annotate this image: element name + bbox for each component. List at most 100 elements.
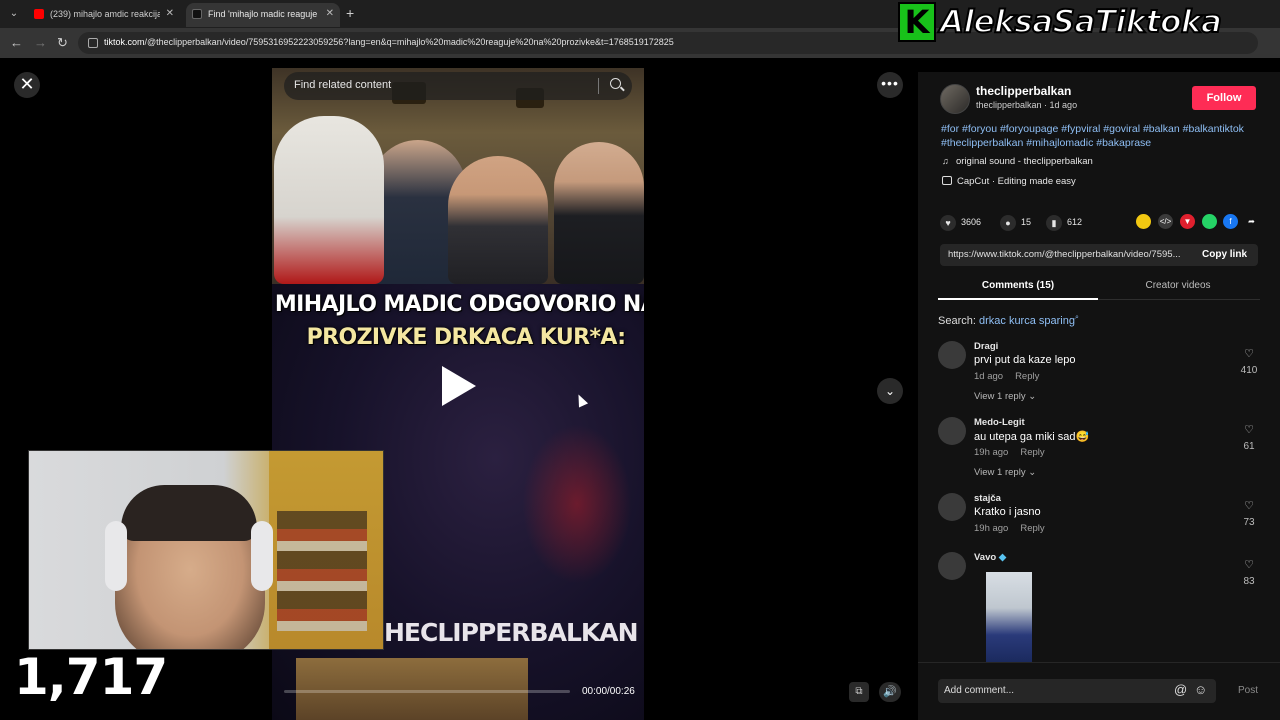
site-info-icon[interactable] — [88, 38, 98, 48]
view-replies-label: View 1 reply — [974, 391, 1026, 402]
facebook-icon[interactable]: f — [1223, 214, 1238, 229]
find-related-search[interactable]: Find related content — [284, 72, 632, 100]
whatsapp-icon[interactable] — [1202, 214, 1217, 229]
view-replies-button[interactable]: View 1 reply ⌄ — [974, 391, 1036, 402]
share-emoji-icon[interactable] — [1136, 214, 1151, 229]
picture-in-picture-icon[interactable]: ⧉ — [849, 682, 869, 702]
comment-like-heart-icon[interactable]: ♡ — [1238, 558, 1260, 571]
sound-link[interactable]: ♫ original sound - theclipperbalkan — [942, 156, 1093, 167]
back-arrow-icon[interactable]: ← — [10, 35, 23, 50]
comment-text: au utepa ga miki sad😅 — [974, 431, 1090, 443]
reply-button[interactable]: Reply — [1020, 523, 1044, 534]
view-replies-label: View 1 reply — [974, 467, 1026, 478]
tab-creator-videos[interactable]: Creator videos — [1098, 280, 1258, 291]
browser-tab-youtube[interactable]: (239) mihajlo amdic reakcija na ✕ — [28, 3, 180, 27]
commenter-name[interactable]: Vavo ◆ — [974, 552, 1006, 563]
comment-like-heart-icon[interactable]: ♡ — [1238, 499, 1260, 512]
video-progress-bar[interactable] — [284, 690, 570, 693]
comment-like-heart-icon[interactable]: ♡ — [1238, 423, 1260, 436]
tab-search-chevron-icon[interactable]: ⌄ — [6, 6, 22, 22]
comment-like-count: 73 — [1243, 517, 1255, 528]
capcut-icon — [942, 176, 952, 185]
tab-comments[interactable]: Comments (15) — [938, 280, 1098, 291]
comment-icon: ● — [1000, 214, 1016, 231]
capcut-text: CapCut · Editing made easy — [957, 176, 1076, 187]
comment-text: prvi put da kaze lepo — [974, 354, 1076, 366]
commenter-avatar[interactable] — [938, 417, 966, 445]
commenter-name[interactable]: stajča — [974, 493, 1001, 504]
close-icon[interactable]: ✕ — [14, 72, 40, 98]
mention-icon[interactable]: @ — [1174, 682, 1187, 697]
comment-meta: 19h ago Reply — [974, 523, 1045, 534]
video-link-url[interactable]: https://www.tiktok.com/@theclipperbalkan… — [948, 249, 1188, 260]
share-arrow-icon[interactable]: ➦ — [1244, 214, 1259, 229]
more-options-icon[interactable]: ••• — [877, 72, 903, 98]
copy-link-button[interactable]: Copy link — [1202, 249, 1247, 260]
play-icon[interactable] — [442, 366, 476, 406]
comment-meta: 1d ago Reply — [974, 371, 1039, 382]
streamer-webcam — [28, 450, 384, 650]
emoji-icon[interactable]: ☺ — [1194, 682, 1207, 697]
search-placeholder: Find related content — [294, 79, 392, 91]
commenter-name[interactable]: Medo-Legit — [974, 417, 1025, 428]
author-name[interactable]: theclipperbalkan — [976, 84, 1071, 98]
tab-close-icon[interactable]: ✕ — [326, 3, 334, 25]
follow-button[interactable]: Follow — [1192, 86, 1256, 110]
sound-text: original sound - theclipperbalkan — [956, 156, 1093, 167]
comment-item: stajča Kratko i jasno 19h ago Reply ♡ 73 — [938, 493, 1260, 543]
video-hashtags[interactable]: #for #foryou #foryoupage #fypviral #govi… — [941, 122, 1261, 150]
commenter-avatar[interactable] — [938, 341, 966, 369]
red-glow — [522, 424, 632, 584]
reply-button[interactable]: Reply — [1020, 447, 1044, 458]
heart-icon: ♥ — [940, 214, 956, 231]
forward-arrow-icon[interactable]: → — [34, 35, 47, 50]
chevron-down-icon: ⌄ — [1028, 467, 1037, 478]
comment-like-count: 61 — [1243, 441, 1255, 452]
tiktok-video-page: ✕ MIHAJLO MADIC ODGOVORIO NA PROZIVKE DR… — [0, 58, 1280, 720]
comment-item: Dragi prvi put da kaze lepo 1d ago Reply … — [938, 341, 1260, 411]
comment-time: 19h ago — [974, 523, 1009, 534]
browser-tab-tiktok[interactable]: Find 'mihajlo madic reaguje ✕ — [186, 3, 340, 27]
divider — [598, 78, 599, 94]
like-count: 3606 — [961, 217, 982, 227]
volume-icon[interactable]: 🔊 — [879, 682, 901, 702]
commenter-avatar[interactable] — [938, 552, 966, 580]
video-person — [448, 156, 548, 284]
reply-button[interactable]: Reply — [1015, 371, 1039, 382]
webcam-shelf-items — [277, 511, 367, 631]
streamer-watermark: K AleksaSaTiktoka — [898, 2, 1280, 42]
embed-icon[interactable]: </> — [1158, 214, 1173, 229]
add-comment-input[interactable]: Add comment... @ ☺ — [938, 679, 1216, 703]
commenter-avatar[interactable] — [938, 493, 966, 521]
video-handle-text: HECLIPPERBALKAN — [384, 618, 639, 647]
search-term: drkac kurca sparing — [978, 315, 1075, 327]
comment-search-suggestion[interactable]: Search: drkac kurca sparing⌕ — [938, 314, 1079, 327]
comment-like-heart-icon[interactable]: ♡ — [1238, 347, 1260, 360]
tab-close-icon[interactable]: ✕ — [166, 3, 174, 25]
comment-item: Medo-Legit au utepa ga miki sad😅 19h ago… — [938, 417, 1260, 487]
comment-image-thumbnail[interactable] — [986, 572, 1032, 662]
tab-title: (239) mihajlo amdic reakcija na — [50, 9, 160, 19]
chevron-down-icon[interactable]: ⌄ — [877, 378, 903, 404]
author-avatar[interactable] — [940, 84, 970, 114]
view-replies-button[interactable]: View 1 reply ⌄ — [974, 467, 1036, 478]
video-next-frame — [296, 658, 528, 720]
url-host: tiktok.com — [104, 37, 145, 47]
comment-button[interactable]: ● 15 — [1000, 212, 1031, 232]
post-button[interactable]: Post — [1238, 685, 1258, 696]
share-send-icon[interactable]: ▼ — [1180, 214, 1195, 229]
like-button[interactable]: ♥ 3606 — [940, 212, 981, 232]
active-tab-underline — [938, 298, 1098, 300]
save-button[interactable]: ▮ 612 — [1046, 212, 1082, 232]
panel-tabs: Comments (15) Creator videos — [938, 278, 1260, 300]
watermark-text: AleksaSaTiktoka — [939, 3, 1223, 41]
comment-count: 15 — [1021, 217, 1032, 227]
commenter-name[interactable]: Dragi — [974, 341, 998, 352]
commenter-name-text: Vavo — [974, 552, 997, 563]
reload-icon[interactable]: ↻ — [57, 35, 68, 51]
capcut-link[interactable]: CapCut · Editing made easy — [942, 176, 1076, 187]
search-icon[interactable] — [610, 78, 621, 89]
webcam-hair — [121, 485, 257, 541]
new-tab-button[interactable]: + — [346, 5, 354, 21]
tab-title: Find 'mihajlo madic reaguje — [208, 9, 318, 19]
